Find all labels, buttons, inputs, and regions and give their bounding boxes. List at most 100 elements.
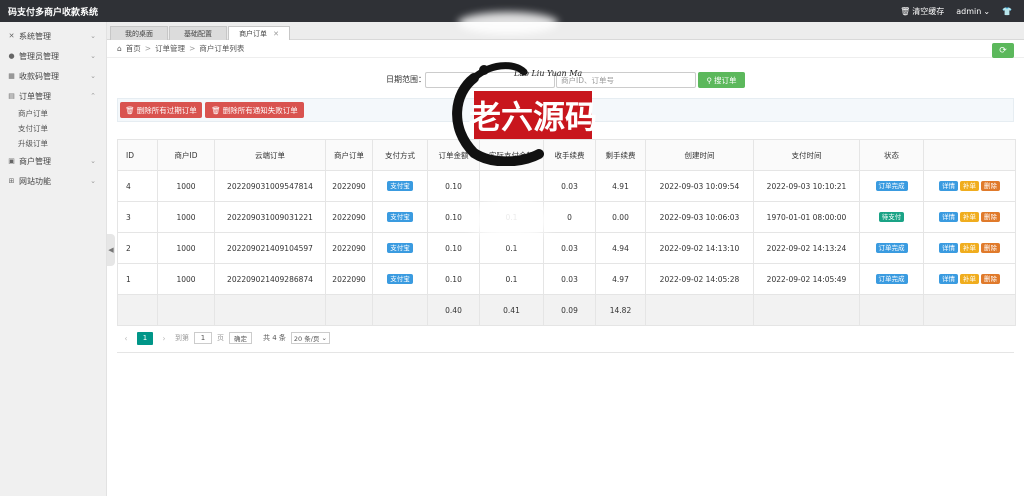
total-empty: [325, 294, 373, 326]
column-header: 支付时间: [753, 139, 860, 171]
cell-paid: 2022-09-03 10:10:21: [753, 170, 860, 202]
delete-button[interactable]: 删除: [981, 242, 1000, 254]
cell-status: 订单完成: [859, 263, 924, 295]
delete-expired-button[interactable]: 🗑 删除所有过期订单: [120, 102, 202, 118]
total-count: 共 4 条: [263, 334, 286, 342]
sidebar-item-site[interactable]: ⊞ 网站功能 ⌄: [0, 171, 106, 191]
total-empty: [372, 294, 428, 326]
goto-page-input[interactable]: 1: [194, 332, 212, 344]
order-icon: ▤: [8, 92, 15, 100]
cell-paid: 1970-01-01 08:00:00: [753, 201, 860, 233]
reissue-button[interactable]: 补单: [960, 211, 979, 223]
cell-cloud: 202209031009031221: [214, 201, 326, 233]
delete-button[interactable]: 删除: [981, 180, 1000, 192]
chevron-down-icon: ⌄: [90, 72, 96, 80]
cell-created: 2022-09-02 14:13:10: [645, 232, 754, 264]
sidebar-item-system[interactable]: ✕ 系统管理 ⌄: [0, 26, 106, 46]
cell-cloud: 202209021409104597: [214, 232, 326, 264]
cell-amount: 0.10: [427, 170, 480, 202]
tab-desktop[interactable]: 我的桌面: [110, 26, 168, 40]
cell-operations: 详情 补单 删除: [923, 201, 1016, 233]
reissue-button[interactable]: 补单: [960, 273, 979, 285]
sidebar-item-label: 系统管理: [19, 31, 51, 41]
redaction-blur: [458, 12, 558, 34]
delete-button[interactable]: 删除: [981, 273, 1000, 285]
trash-icon: 🗑: [125, 105, 135, 115]
column-header: ID: [117, 139, 158, 171]
sidebar-collapse-handle[interactable]: ◀: [107, 234, 115, 266]
column-header: 商户ID: [157, 139, 215, 171]
sidebar-item-orders[interactable]: ▤ 订单管理 ⌃: [0, 86, 106, 106]
search-button-label: 搜订单: [714, 75, 737, 85]
tab-merchant-orders[interactable]: 商户订单 ✕: [228, 26, 290, 41]
close-icon[interactable]: ✕: [273, 30, 279, 38]
clear-cache-button[interactable]: 🗑 清空缓存: [900, 6, 944, 17]
sidebar-item-admins[interactable]: ● 管理员管理 ⌄: [0, 46, 106, 66]
total-actual: 0.41: [479, 294, 544, 326]
cell-amount: 0.10: [427, 232, 480, 264]
breadcrumb-section[interactable]: 订单管理: [155, 43, 185, 54]
page-size-select[interactable]: 20 条/页 ⌄: [290, 332, 330, 344]
cell-created: 2022-09-02 14:05:28: [645, 263, 754, 295]
detail-button[interactable]: 详情: [939, 273, 958, 285]
tab-bar: 我的桌面 基础配置 商户订单 ✕: [107, 22, 1024, 41]
cell-pay: 支付宝: [372, 201, 428, 233]
sidebar-item-qrcodes[interactable]: ▦ 收款码管理 ⌄: [0, 66, 106, 86]
cell-id: 2: [117, 232, 158, 264]
next-page-button[interactable]: ›: [158, 334, 170, 343]
sidebar-item-label: 订单管理: [19, 91, 51, 101]
chevron-down-icon: ⌄: [90, 157, 96, 165]
delete-failed-button[interactable]: 🗑 删除所有通知失败订单: [205, 102, 304, 118]
qrcode-icon: ▦: [8, 72, 15, 80]
cell-actual: 0.1: [479, 263, 544, 295]
cell-mid: 1000: [157, 263, 215, 295]
cell-id: 3: [117, 201, 158, 233]
user-menu[interactable]: admin ⌄: [956, 7, 990, 16]
sidebar-sub-pay-orders[interactable]: 支付订单: [0, 121, 106, 136]
sidebar-item-merchants[interactable]: ▣ 商户管理 ⌄: [0, 151, 106, 171]
column-header: 剩手续费: [595, 139, 646, 171]
cell-amount: 0.10: [427, 263, 480, 295]
cell-cloud: 202209031009547814: [214, 170, 326, 202]
cell-paid: 2022-09-02 14:05:49: [753, 263, 860, 295]
watermark-text: 老六源码: [469, 98, 597, 136]
pay-method-badge: 支付宝: [387, 211, 413, 223]
sidebar-sub-upgrade-orders[interactable]: 升级订单: [0, 136, 106, 151]
sidebar-sub-merchant-orders[interactable]: 商户订单: [0, 106, 106, 121]
breadcrumb-separator: >: [189, 44, 196, 53]
cell-created: 2022-09-03 10:06:03: [645, 201, 754, 233]
pay-method-badge: 支付宝: [387, 242, 413, 254]
status-badge: 待支付: [878, 211, 905, 223]
search-button[interactable]: ⚲ 搜订单: [698, 72, 745, 88]
cell-remain: 4.94: [595, 232, 646, 264]
detail-button[interactable]: 详情: [939, 242, 958, 254]
reissue-button[interactable]: 补单: [960, 180, 979, 192]
delete-failed-label: 删除所有通知失败订单: [222, 105, 298, 115]
cell-fee: 0.03: [543, 263, 596, 295]
skin-icon[interactable]: 👕: [1002, 7, 1012, 16]
chevron-down-icon: ⌄: [983, 6, 991, 16]
status-badge: 订单完成: [875, 273, 908, 285]
refresh-button[interactable]: ⟳: [992, 43, 1014, 58]
detail-button[interactable]: 详情: [939, 211, 958, 223]
watermark-logo: 老六源码 Lao Liu Yuan Ma: [452, 62, 597, 166]
tab-label: 我的桌面: [125, 29, 153, 38]
total-empty: [214, 294, 326, 326]
column-header: 商户订单: [325, 139, 373, 171]
current-page[interactable]: 1: [137, 331, 153, 345]
reissue-button[interactable]: 补单: [960, 242, 979, 254]
status-badge: 订单完成: [875, 180, 908, 192]
delete-button[interactable]: 删除: [981, 211, 1000, 223]
tab-basic-config[interactable]: 基础配置: [169, 26, 227, 40]
sidebar-item-label: 管理员管理: [19, 51, 59, 61]
username: admin: [956, 6, 982, 16]
breadcrumb-home[interactable]: 首页: [126, 43, 141, 54]
prev-page-button[interactable]: ‹: [120, 334, 132, 343]
chevron-up-icon: ⌃: [90, 92, 96, 100]
goto-confirm-button[interactable]: 确定: [229, 332, 252, 344]
cell-pay: 支付宝: [372, 170, 428, 202]
cell-operations: 详情 补单 删除: [923, 232, 1016, 264]
detail-button[interactable]: 详情: [939, 180, 958, 192]
total-empty: [645, 294, 754, 326]
total-empty: [859, 294, 924, 326]
